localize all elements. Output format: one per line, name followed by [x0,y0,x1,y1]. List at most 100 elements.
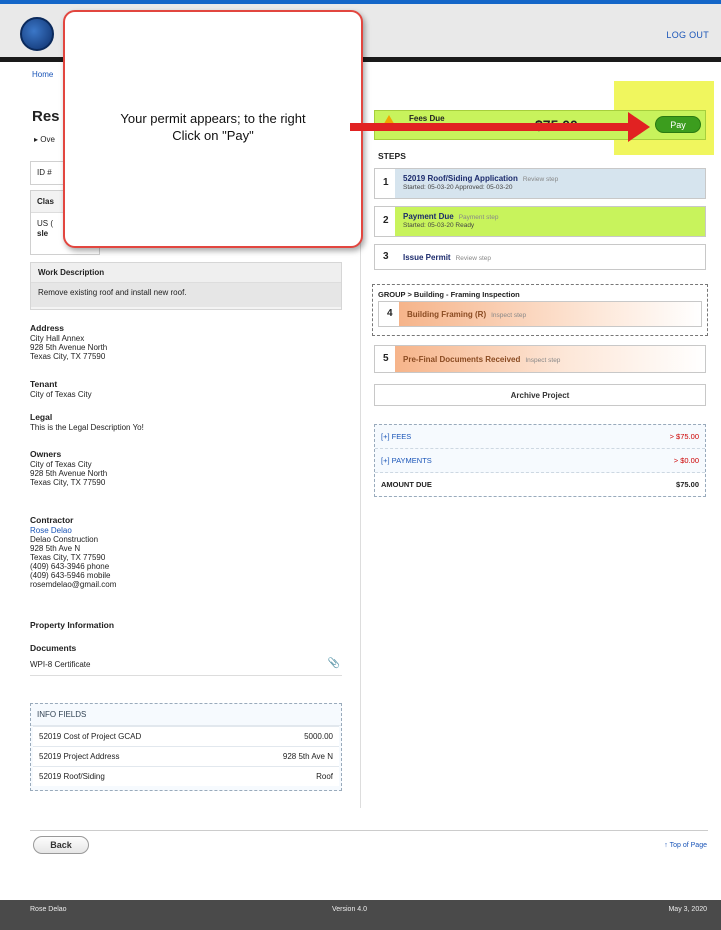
owners-line: City of Texas City [30,460,92,469]
overview-label: Ove [40,135,55,144]
top-of-page-link[interactable]: ↑ Top of Page [664,842,707,849]
steps-heading: STEPS [378,151,406,161]
footer-date: May 3, 2020 [668,906,707,913]
arrow-head-icon [628,112,650,142]
work-description-box: Work Description Remove existing roof an… [30,262,342,310]
address-block: Address City Hall Annex 928 5th Avenue N… [30,323,108,362]
back-button[interactable]: Back [33,836,89,854]
owners-block: Owners City of Texas City 928 5th Avenue… [30,449,108,488]
owners-label: Owners [30,449,62,459]
property-info-block: Property Information [30,621,114,631]
info-field-value: 928 5th Ave N [282,752,333,761]
documents-block: Documents [30,644,76,654]
callout-line2: Click on "Pay" [172,128,254,143]
address-line: 928 5th Avenue North [30,343,108,352]
info-field-value: Roof [316,772,333,781]
step-number: 2 [383,215,389,226]
contractor-line: 928 5th Ave N [30,544,81,553]
contractor-label: Contractor [30,515,74,525]
document-name[interactable]: WPI-8 Certificate [30,660,90,669]
step-type: Review step [522,176,559,183]
step-title[interactable]: Pre-Final Documents Received [403,355,520,364]
amount-due-label: AMOUNT DUE [381,480,432,489]
bottom-divider [30,830,708,831]
step-item[interactable]: 1 52019 Roof/Siding Application Review st… [374,168,706,199]
step-type: Payment step [458,214,499,221]
amount-due-row: AMOUNT DUE $75.00 [375,473,705,496]
step-number: 1 [383,177,389,188]
fees-total: > $75.00 [669,432,699,441]
step-type: Inspect step [525,357,561,364]
page-title: Res [32,108,60,125]
payments-total: > $0.00 [673,456,699,465]
step-item[interactable]: 2 Payment Due Payment step Started: 05-03… [374,206,706,237]
info-field-name: 52019 Cost of Project GCAD [39,732,142,741]
contractor-block: Contractor Rose Delao Delao Construction… [30,515,117,590]
payments-toggle[interactable]: [+] PAYMENTS [381,456,432,465]
contractor-line: (409) 643-3946 phone [30,562,110,571]
info-field-row: 52019 Project Address 928 5th Ave N [33,746,339,766]
work-description-text: Remove existing roof and install new roo… [31,283,341,307]
info-field-row: 52019 Cost of Project GCAD 5000.00 [33,726,339,746]
logout-link[interactable]: LOG OUT [666,30,709,40]
step-title[interactable]: Payment Due [403,212,454,221]
step-title[interactable]: 52019 Roof/Siding Application [403,174,518,183]
owners-line: Texas City, TX 77590 [30,478,106,487]
fees-row[interactable]: [+] FEES > $75.00 [375,425,705,449]
overview-toggle[interactable]: ▸ Ove [34,135,55,144]
tenant-block: Tenant City of Texas City [30,379,92,400]
info-fields-heading: INFO FIELDS [31,704,341,726]
arrow-shaft [350,123,633,131]
legal-block: Legal This is the Legal Description Yo! [30,412,144,433]
footer-version: Version 4.0 [332,906,368,913]
footer: Rose Delao Version 4.0 May 3, 2020 [0,900,721,930]
legal-label: Legal [30,412,53,422]
tenant-value: City of Texas City [30,390,92,399]
info-fields-panel: INFO FIELDS 52019 Cost of Project GCAD 5… [30,703,342,791]
footer-user: Rose Delao [30,906,67,913]
step-item[interactable]: 3 Issue Permit Review step [374,244,706,270]
step-item[interactable]: 4 Building Framing (R) Inspect step [378,301,702,327]
legal-value: This is the Legal Description Yo! [30,423,144,432]
step-number: 4 [387,308,393,319]
instruction-callout: Your permit appears; to the right Click … [63,10,363,248]
totals-panel: [+] FEES > $75.00 [+] PAYMENTS > $0.00 A… [374,424,706,497]
work-description-heading: Work Description [31,263,341,283]
contractor-line: (409) 643-5946 mobile [30,571,111,580]
address-label: Address [30,323,65,333]
up-arrow-icon: ↑ [664,842,668,849]
pay-button[interactable]: Pay [655,116,701,133]
step-title[interactable]: Building Framing (R) [407,310,486,319]
paperclip-icon: 📎 [327,658,340,669]
contractor-name-link[interactable]: Rose Delao [30,526,116,535]
contractor-line: rosemdelao@gmail.com [30,580,117,589]
step-type: Inspect step [491,312,527,319]
address-line: Texas City, TX 77590 [30,352,106,361]
step-status: Started: 05-03-20 Approved: 05-03-20 [403,184,513,191]
amount-due-value: $75.00 [676,480,699,489]
step-type: Review step [455,255,491,262]
top-of-page-label: Top of Page [669,842,707,849]
info-field-row: 52019 Roof/Siding Roof [33,766,339,786]
address-line: City Hall Annex [30,334,85,343]
archive-project-button[interactable]: Archive Project [374,384,706,406]
info-field-value: 5000.00 [304,732,333,741]
contractor-line: Texas City, TX 77590 [30,553,106,562]
fees-toggle[interactable]: [+] FEES [381,432,411,441]
breadcrumb-home[interactable]: Home [32,70,53,79]
owners-line: 928 5th Avenue North [30,469,108,478]
step-item[interactable]: 5 Pre-Final Documents Received Inspect st… [374,345,706,373]
group-heading: GROUP > Building - Framing Inspection [378,290,520,299]
callout-line1: Your permit appears; to the right [120,111,306,126]
document-item[interactable]: WPI-8 Certificate 📎 [30,658,342,676]
contractor-line: Delao Construction [30,535,99,544]
property-info-label: Property Information [30,620,115,630]
payments-row[interactable]: [+] PAYMENTS > $0.00 [375,449,705,473]
info-field-name: 52019 Roof/Siding [39,772,105,781]
tenant-label: Tenant [30,379,58,389]
step-number: 5 [383,353,389,364]
city-logo-icon[interactable] [20,17,54,51]
step-status: Started: 05-03-20 Ready [403,222,475,229]
step-title[interactable]: Issue Permit [403,253,451,262]
info-field-name: 52019 Project Address [39,752,120,761]
